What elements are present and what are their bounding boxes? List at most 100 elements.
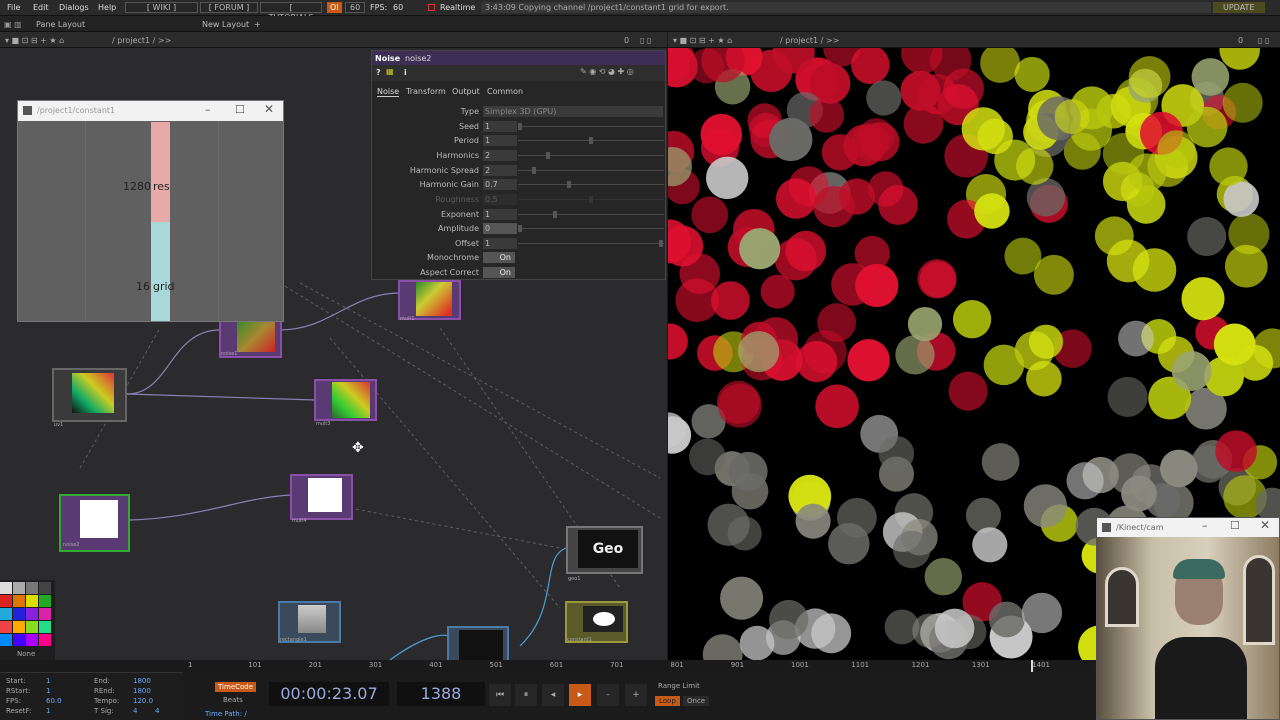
param-tool-icons[interactable]: ✎ ◉ ⟲ ◕ ✚ ◎ <box>580 67 634 76</box>
add-layout-icon[interactable]: + <box>254 20 261 29</box>
palette-swatch[interactable] <box>39 595 51 607</box>
offset-field[interactable]: 1 <box>483 238 517 249</box>
step-minus-button[interactable]: - <box>597 684 619 706</box>
kinect-cam-window[interactable]: /Kinect/cam – ☐ ✕ <box>1096 517 1280 720</box>
palette-swatch[interactable] <box>39 634 51 646</box>
palette-swatch[interactable] <box>26 608 38 620</box>
palette-swatch[interactable] <box>0 608 12 620</box>
step-plus-button[interactable]: + <box>625 684 647 706</box>
fps-setting-value[interactable]: 60.0 <box>46 697 62 705</box>
end-value[interactable]: 1800 <box>133 677 151 685</box>
palette-swatch[interactable] <box>0 582 12 594</box>
harmonics-field[interactable]: 2 <box>483 150 517 161</box>
tab-transform[interactable]: Transform <box>406 87 446 96</box>
amplitude-field[interactable]: 0 <box>483 223 517 234</box>
palette-swatch[interactable] <box>13 634 25 646</box>
pane-options-icon[interactable]: ▯ ▯ <box>640 36 651 45</box>
seed-field[interactable]: 1 <box>483 121 517 132</box>
type-dropdown[interactable]: Simplex 3D (GPU) <box>483 106 663 117</box>
amplitude-slider[interactable] <box>518 225 522 232</box>
tab-output[interactable]: Output <box>452 87 480 96</box>
roughness-field[interactable]: 0.5 <box>483 194 517 205</box>
palette-swatch[interactable] <box>13 621 25 633</box>
loop-toggle[interactable]: Loop <box>655 696 680 706</box>
update-button[interactable]: UPDATE <box>1213 2 1265 13</box>
tutorials-button[interactable]: [ TUTORIALS ] <box>260 2 322 32</box>
tsig-a-value[interactable]: 4 <box>133 707 137 715</box>
start-value[interactable]: 1 <box>46 677 50 685</box>
time-path[interactable]: Time Path: / <box>205 710 247 718</box>
playhead[interactable] <box>1031 660 1033 672</box>
info-icon[interactable]: i <box>404 68 407 77</box>
pane-menu-icon[interactable]: ▾ ■ ⊡ ⊟ + ★ ⌂ <box>5 36 64 45</box>
pause-button[interactable]: ⏸ <box>515 684 537 706</box>
step-back-button[interactable]: ◂ <box>542 684 564 706</box>
palette-swatch[interactable] <box>39 608 51 620</box>
period-field[interactable]: 1 <box>483 135 517 146</box>
palette-swatch[interactable] <box>26 621 38 633</box>
palette-swatch[interactable] <box>13 608 25 620</box>
new-layout-button[interactable]: New Layout <box>202 20 249 29</box>
seed-slider[interactable] <box>518 123 522 130</box>
palette-none[interactable]: None <box>17 650 35 658</box>
rewind-button[interactable]: ⏮ <box>489 684 511 706</box>
tsig-b-value[interactable]: 4 <box>155 707 159 715</box>
help-icon[interactable]: ? <box>376 68 381 77</box>
palette-swatch[interactable] <box>0 621 12 633</box>
palette-swatch[interactable] <box>13 595 25 607</box>
harmonic-gain-slider[interactable] <box>567 181 571 188</box>
tempo-value[interactable]: 120.0 <box>133 697 153 705</box>
viewer-pane-menu-icon[interactable]: ▾ ■ ⊡ ⊟ + ★ ⌂ <box>673 36 732 45</box>
menu-file[interactable]: File <box>7 3 20 12</box>
beats-toggle[interactable]: Beats <box>223 696 243 704</box>
viewer-pane-options-icon[interactable]: ▯ ▯ <box>1258 36 1269 45</box>
tab-common[interactable]: Common <box>487 87 523 96</box>
exponent-slider[interactable] <box>553 211 557 218</box>
fps-target[interactable]: 60 <box>345 2 366 13</box>
harmonic-spread-field[interactable]: 2 <box>483 165 517 176</box>
kinect-minimize-icon[interactable]: – <box>1202 519 1208 532</box>
offset-slider[interactable] <box>659 240 663 247</box>
aspect-correct-toggle[interactable]: On <box>483 267 515 278</box>
resetf-value[interactable]: 1 <box>46 707 50 715</box>
palette-swatch[interactable] <box>0 595 12 607</box>
timecode-toggle[interactable]: TimeCode <box>215 682 257 692</box>
menu-help[interactable]: Help <box>98 3 116 12</box>
color-palette[interactable]: None <box>0 580 55 660</box>
play-button[interactable]: ▸ <box>569 684 591 706</box>
close-icon[interactable]: ✕ <box>264 102 274 116</box>
exponent-field[interactable]: 1 <box>483 209 517 220</box>
palette-swatch[interactable] <box>0 634 12 646</box>
harmonic-spread-slider[interactable] <box>532 167 536 174</box>
menu-edit[interactable]: Edit <box>33 3 49 12</box>
kinect-maximize-icon[interactable]: ☐ <box>1230 519 1240 532</box>
menu-dialogs[interactable]: Dialogs <box>59 3 89 12</box>
roughness-slider[interactable] <box>589 196 593 203</box>
constant-viewer-window[interactable]: /project1/constant1 – ☐ ✕ 1280 res 16 gr… <box>17 100 284 322</box>
once-toggle[interactable]: Once <box>683 696 710 706</box>
palette-swatch[interactable] <box>39 582 51 594</box>
period-slider[interactable] <box>589 137 593 144</box>
palette-swatch[interactable] <box>39 621 51 633</box>
pane-split-icon[interactable]: ▣ ▥ <box>4 20 22 29</box>
harmonic-gain-field[interactable]: 0.7 <box>483 179 517 190</box>
op-name[interactable]: noise2 <box>405 54 431 63</box>
wiki-button[interactable]: [ WIKI ] <box>125 2 198 13</box>
parameter-panel[interactable]: Noise noise2 ? ▦ i ✎ ◉ ⟲ ◕ ✚ ◎ Noise Tra… <box>371 50 666 280</box>
kinect-close-icon[interactable]: ✕ <box>1260 518 1270 532</box>
oi-badge[interactable]: OI <box>327 2 342 13</box>
palette-swatch[interactable] <box>26 634 38 646</box>
network-breadcrumb[interactable]: / project1 / >> <box>112 36 171 45</box>
viewer-breadcrumb[interactable]: / project1 / >> <box>780 36 839 45</box>
palette-swatch[interactable] <box>26 595 38 607</box>
rstart-value[interactable]: 1 <box>46 687 50 695</box>
minimize-icon[interactable]: – <box>205 103 211 116</box>
tab-noise[interactable]: Noise <box>377 87 400 97</box>
palette-swatch[interactable] <box>26 582 38 594</box>
forum-button[interactable]: [ FORUM ] <box>200 2 258 13</box>
python-help-icon[interactable]: ▦ <box>386 67 394 76</box>
maximize-icon[interactable]: ☐ <box>235 103 245 116</box>
harmonics-slider[interactable] <box>546 152 550 159</box>
realtime-checkbox[interactable] <box>428 4 435 11</box>
timeline-ruler[interactable]: 1 101 201 301 401 501 601 701 801 901 1001 1101 1201… <box>185 660 1095 672</box>
